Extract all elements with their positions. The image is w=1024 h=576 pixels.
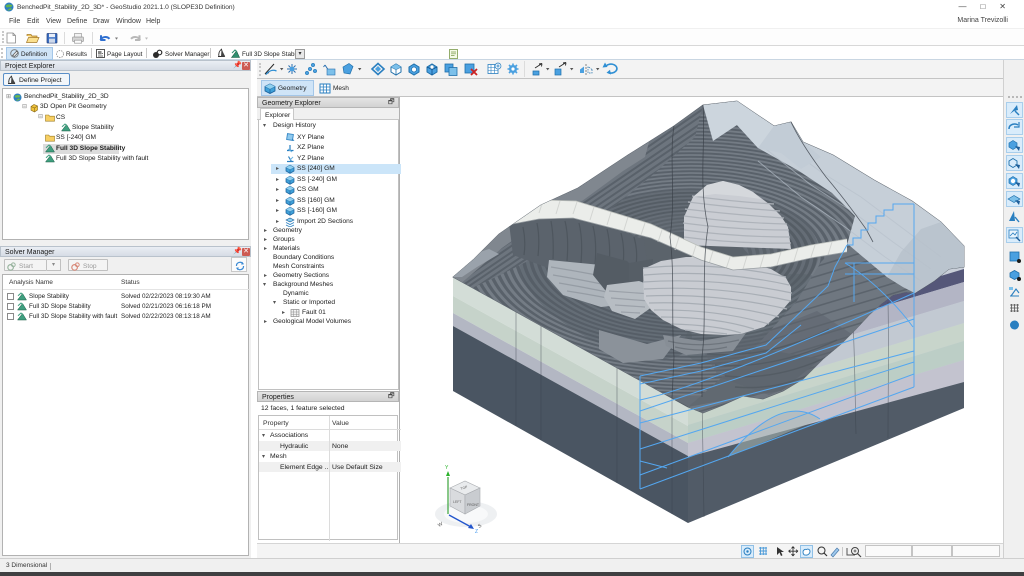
svg-text:Y: Y: [445, 465, 449, 471]
svg-text:LEFT: LEFT: [453, 500, 462, 504]
svg-text:Z: Z: [475, 529, 478, 535]
svg-text:FRONT: FRONT: [467, 503, 480, 507]
